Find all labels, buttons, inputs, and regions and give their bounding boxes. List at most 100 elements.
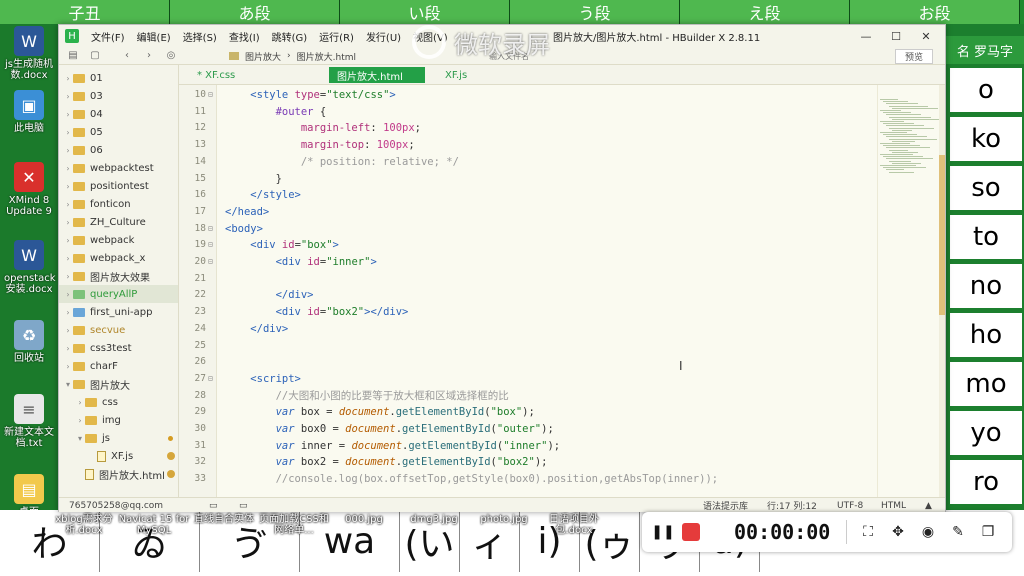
chevron-right-icon[interactable]: › — [75, 416, 85, 425]
chevron-right-icon[interactable]: › — [63, 290, 73, 299]
menu-item[interactable]: 运行(R) — [313, 25, 360, 47]
chevron-right-icon[interactable]: › — [63, 164, 73, 173]
desktop-file-label[interactable]: dmg3.jpg — [398, 514, 470, 525]
syntax-hint-link[interactable]: 语法提示库 — [703, 498, 748, 513]
encoding-label[interactable]: UTF-8 — [837, 498, 863, 513]
chevron-right-icon[interactable]: › — [63, 362, 73, 371]
new-file-icon[interactable]: ▤ — [65, 48, 81, 64]
scrollbar-thumb[interactable] — [939, 155, 945, 315]
save-icon[interactable]: ▢ — [87, 48, 103, 64]
sidebar-toggle-icon[interactable]: ▭ — [209, 498, 218, 513]
chevron-right-icon[interactable]: › — [63, 344, 73, 353]
tree-item[interactable]: › css — [59, 393, 178, 411]
code-line[interactable]: var inner = document.getElementById("inn… — [225, 438, 561, 455]
code-line[interactable]: <div id="inner"> — [225, 254, 377, 271]
preview-button[interactable]: 预览 — [895, 49, 933, 64]
tree-item[interactable]: › charF — [59, 357, 178, 375]
tree-item[interactable]: ▾ js — [59, 429, 178, 447]
code-line[interactable]: margin-left: 100px; — [225, 120, 421, 137]
tree-item[interactable]: › webpacktest — [59, 159, 178, 177]
menu-item[interactable]: 文件(F) — [85, 25, 131, 47]
tree-item[interactable]: ▾ 图片放大 — [59, 375, 178, 393]
tree-item[interactable]: 图片放大.html — [59, 465, 178, 483]
chevron-right-icon[interactable]: › — [63, 182, 73, 191]
chevron-right-icon[interactable]: › — [63, 128, 73, 137]
chevron-right-icon[interactable]: › — [63, 146, 73, 155]
code-line[interactable]: </div> — [225, 321, 288, 338]
breadcrumb-project[interactable]: 图片放大 — [245, 50, 281, 63]
tree-item[interactable]: › fonticon — [59, 195, 178, 213]
forward-icon[interactable]: › — [141, 48, 157, 64]
code-line[interactable]: <div id="box2"></div> — [225, 304, 409, 321]
chevron-down-icon[interactable]: ▾ — [63, 380, 73, 389]
code-line[interactable]: <script> — [225, 371, 301, 388]
chevron-right-icon[interactable]: › — [75, 398, 85, 407]
code-line[interactable]: /* position: relative; */ — [225, 154, 459, 171]
tree-item[interactable]: › 05 — [59, 123, 178, 141]
pause-button[interactable]: ❚❚ — [651, 523, 674, 541]
console-toggle-icon[interactable]: ▭ — [239, 498, 248, 513]
camera-icon[interactable]: ◉ — [918, 522, 938, 542]
code-line[interactable]: <div id="box"> — [225, 237, 339, 254]
desktop-file-label[interactable]: 000.jpg — [328, 514, 400, 525]
code-editor[interactable]: <style type="text/css"> #outer { margin-… — [217, 85, 877, 497]
pen-icon[interactable]: ✎ — [948, 522, 968, 542]
tree-item[interactable]: XF.js — [59, 447, 178, 465]
breadcrumb-file[interactable]: 图片放大.html — [297, 50, 356, 63]
desktop-file-label[interactable]: 日语项目外包.docx — [538, 514, 610, 536]
desktop-file-label[interactable]: 直线自合实体 — [188, 514, 260, 525]
desktop-icon[interactable]: ≡ 新建文本文档.txt — [4, 392, 54, 462]
tree-item[interactable]: › webpack_x — [59, 249, 178, 267]
tree-item[interactable]: › positiontest — [59, 177, 178, 195]
menu-item[interactable]: 跳转(G) — [266, 25, 314, 47]
tree-item[interactable]: › ZH_Culture — [59, 213, 178, 231]
desktop-file-label[interactable]: Navicat 15 for MySQL — [118, 514, 190, 536]
chevron-right-icon[interactable]: › — [63, 308, 73, 317]
chevron-right-icon[interactable]: › — [63, 110, 73, 119]
notification-icon[interactable]: ▲ — [925, 498, 932, 513]
editor-tab[interactable]: 图片放大.html — [329, 67, 425, 83]
tree-item[interactable]: › 图片放大效果 — [59, 267, 178, 285]
code-line[interactable]: } — [225, 171, 282, 188]
chevron-right-icon[interactable]: › — [63, 272, 73, 281]
close-button[interactable]: ✕ — [911, 25, 941, 47]
editor-scrollbar[interactable] — [939, 85, 945, 497]
region-select-icon[interactable]: ⛶ — [858, 522, 878, 542]
code-line[interactable]: margin-top: 100px; — [225, 137, 415, 154]
chevron-right-icon[interactable]: › — [63, 200, 73, 209]
desktop-file-label[interactable]: xblog需求分析.docx — [48, 514, 120, 536]
chevron-right-icon[interactable]: › — [63, 74, 73, 83]
chevron-right-icon[interactable]: › — [63, 326, 73, 335]
desktop-icon[interactable]: ♻ 回收站 — [4, 318, 54, 388]
menu-item[interactable]: 发行(U) — [360, 25, 407, 47]
desktop-icon[interactable]: Wjs生成随机数.docx — [4, 24, 54, 94]
editor-tab[interactable]: * XF.css — [189, 67, 243, 83]
desktop-file-label[interactable]: photo.jpg — [468, 514, 540, 525]
code-line[interactable]: </style> — [225, 187, 301, 204]
code-line[interactable]: var box0 = document.getElementById("oute… — [225, 421, 554, 438]
code-line[interactable]: <style type="text/css"> — [225, 87, 395, 104]
chevron-right-icon[interactable]: › — [63, 92, 73, 101]
tree-item[interactable]: › webpack — [59, 231, 178, 249]
tree-item[interactable]: › 01 — [59, 69, 178, 87]
chevron-down-icon[interactable]: ▾ — [75, 434, 85, 443]
account-label[interactable]: 765705258@qq.com — [69, 498, 163, 513]
tree-item[interactable]: › first_uni-app — [59, 303, 178, 321]
desktop-icon[interactable]: ✕ XMind 8 Update 9 — [4, 160, 54, 230]
tree-item[interactable]: › css3test — [59, 339, 178, 357]
menu-item[interactable]: 选择(S) — [177, 25, 223, 47]
tree-item[interactable]: › img — [59, 411, 178, 429]
chevron-right-icon[interactable]: › — [63, 236, 73, 245]
fullscreen-icon[interactable]: ✥ — [888, 522, 908, 542]
code-line[interactable]: var box2 = document.getElementById("box2… — [225, 454, 548, 471]
desktop-icon[interactable]: ▣ 此电脑 — [4, 88, 54, 158]
code-line[interactable]: </div> — [225, 287, 314, 304]
language-label[interactable]: HTML — [881, 498, 906, 513]
chevron-right-icon[interactable]: › — [63, 218, 73, 227]
tree-item[interactable]: › 03 — [59, 87, 178, 105]
back-icon[interactable]: ‹ — [119, 48, 135, 64]
tree-item[interactable]: › secvue — [59, 321, 178, 339]
code-line[interactable]: </head> — [225, 204, 269, 221]
chevron-right-icon[interactable]: › — [63, 254, 73, 263]
run-icon[interactable]: ◎ — [163, 48, 179, 64]
